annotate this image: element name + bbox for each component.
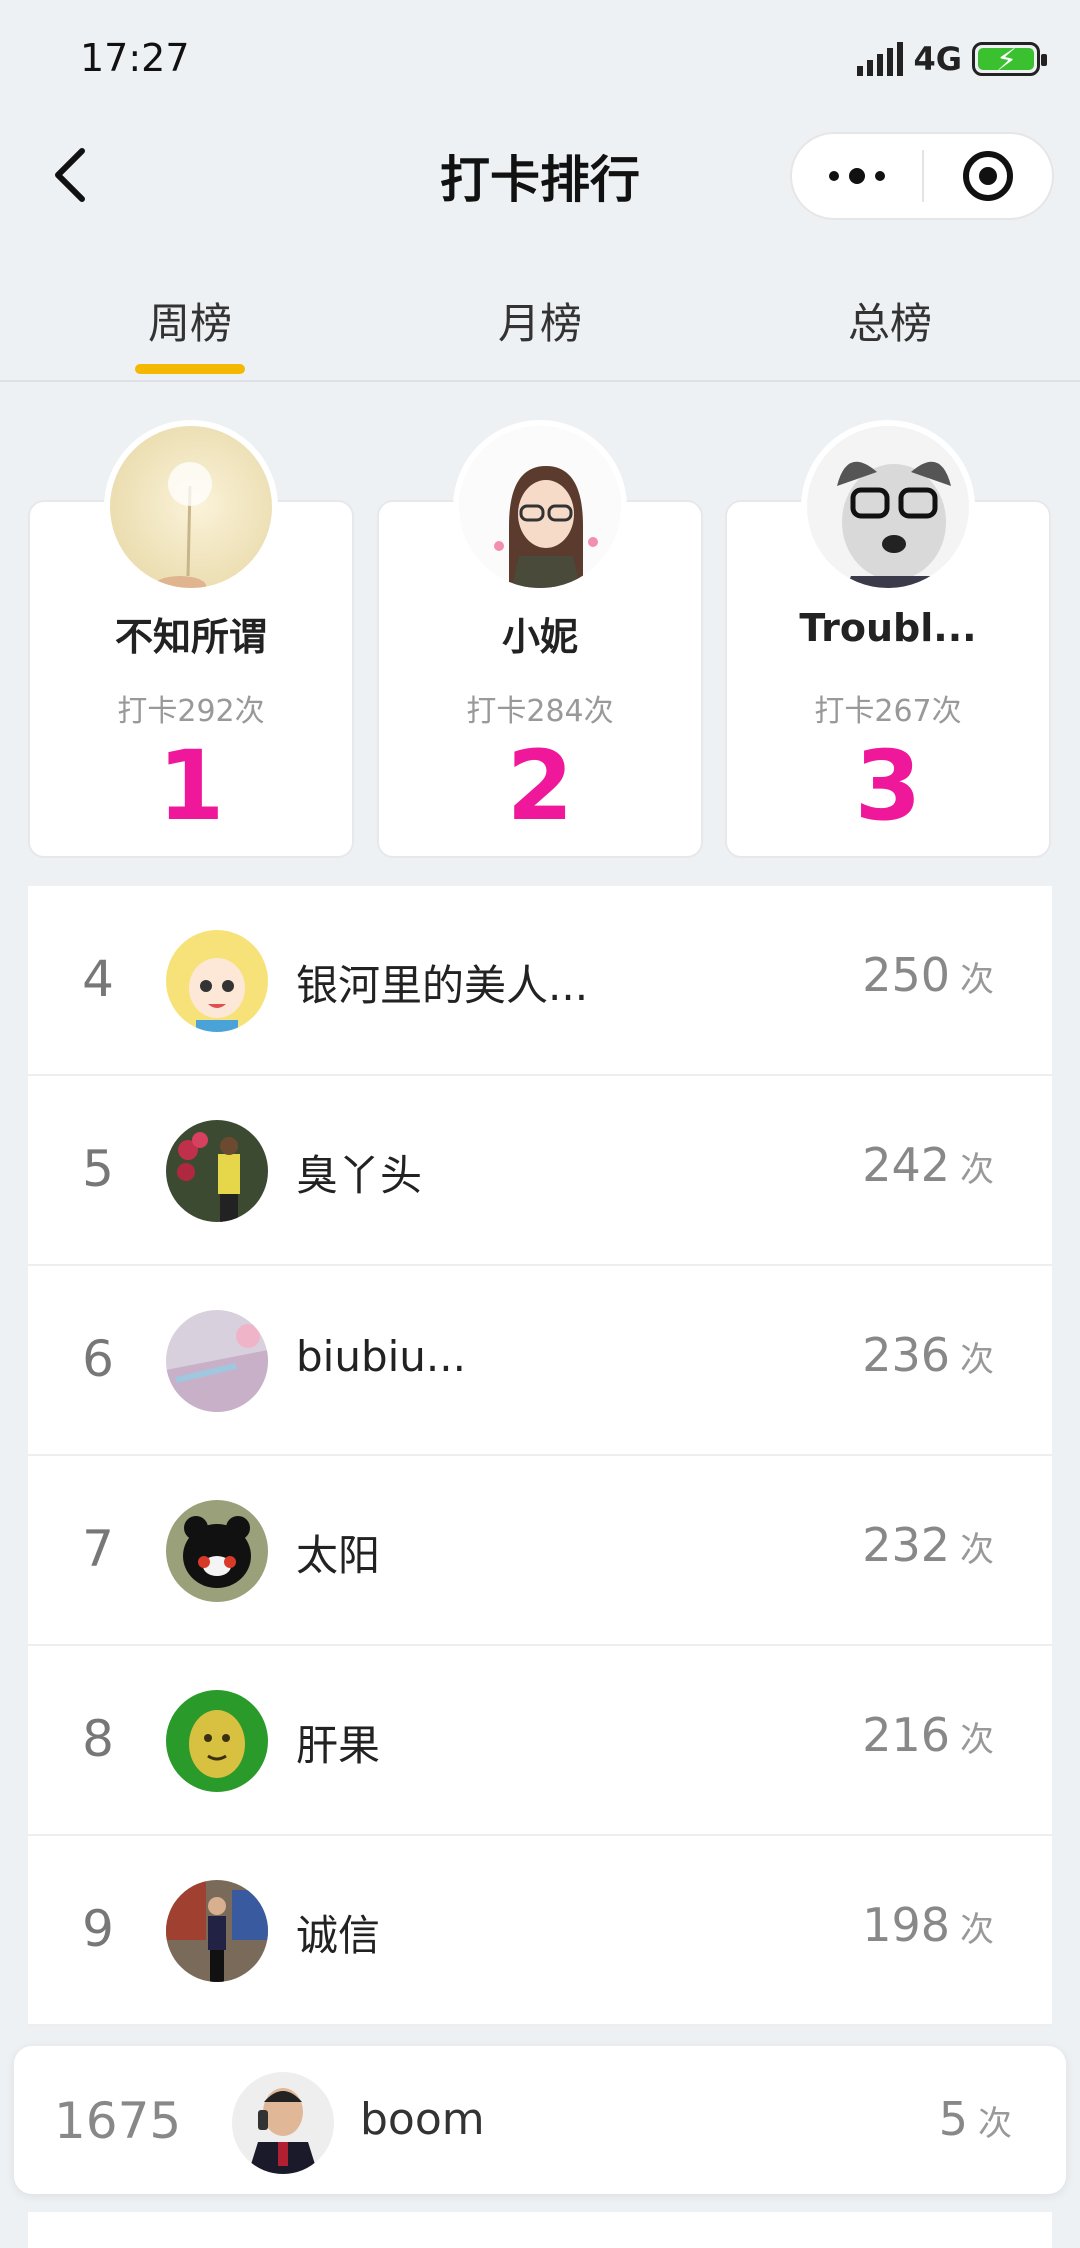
podium-count-2: 打卡284次 xyxy=(466,694,614,729)
row-name: 臭丫头 xyxy=(296,1151,423,1200)
row-name: 诚信 xyxy=(296,1911,381,1960)
row-rank: 8 xyxy=(82,1710,114,1768)
ranking-row[interactable]: 8 肝果 216 次 xyxy=(28,1646,1052,1836)
signal-icon xyxy=(857,42,904,76)
pastel-photo-avatar xyxy=(166,1310,268,1412)
tab-monthly[interactable]: 月榜 xyxy=(498,290,582,351)
ranking-list: 4 银河里的美人... 250 次 5 臭丫头 242 次 6 biubiu..… xyxy=(28,886,1052,2026)
fruit-face-avatar xyxy=(166,1690,268,1792)
row-rank: 4 xyxy=(82,950,114,1008)
dog-glasses-avatar xyxy=(801,420,975,594)
status-indicators: 4G ⚡ xyxy=(857,40,1047,78)
row-count: 216 次 xyxy=(862,1708,994,1762)
man-phone-avatar xyxy=(232,2072,334,2174)
close-target-icon[interactable] xyxy=(924,134,1052,218)
row-count: 250 次 xyxy=(862,948,994,1002)
row-count: 242 次 xyxy=(862,1138,994,1192)
my-name: boom xyxy=(360,2094,485,2145)
miniprogram-capsule xyxy=(790,132,1054,220)
row-count: 198 次 xyxy=(862,1898,994,1952)
row-rank: 5 xyxy=(82,1140,114,1198)
person-photo-avatar xyxy=(166,1880,268,1982)
ranking-row[interactable]: 9 诚信 198 次 xyxy=(28,1836,1052,2026)
anime-girl-avatar xyxy=(166,930,268,1032)
more-icon[interactable] xyxy=(792,134,922,218)
row-name: 肝果 xyxy=(296,1721,381,1770)
tab-total[interactable]: 总榜 xyxy=(848,290,932,351)
my-rank-row[interactable]: 1675 boom 5 次 xyxy=(14,2046,1066,2194)
flowers-photo-avatar xyxy=(166,1120,268,1222)
ranking-page: 17:27 4G ⚡ 打卡排行 周榜 月榜 总榜 不知所谓 小妮 Troubl.… xyxy=(0,0,1080,2248)
ranking-row[interactable]: 6 biubiu... 236 次 xyxy=(28,1266,1052,1456)
network-label: 4G xyxy=(913,40,962,78)
battery-icon: ⚡ xyxy=(972,42,1047,78)
bear-mascot-avatar xyxy=(166,1500,268,1602)
row-name: 银河里的美人... xyxy=(296,961,589,1010)
row-rank: 6 xyxy=(82,1330,114,1388)
row-rank: 9 xyxy=(82,1900,114,1958)
podium-name-2: 小妮 xyxy=(501,615,578,659)
cartoon-girl-avatar xyxy=(453,420,627,594)
row-rank: 7 xyxy=(82,1520,114,1578)
row-count: 232 次 xyxy=(862,1518,994,1572)
ranking-row[interactable]: 5 臭丫头 242 次 xyxy=(28,1076,1052,1266)
podium-rank-3: 3 xyxy=(854,730,922,842)
my-count: 5 次 xyxy=(938,2092,1012,2146)
my-rank: 1675 xyxy=(54,2092,182,2150)
tab-weekly[interactable]: 周榜 xyxy=(134,290,245,374)
status-bar: 17:27 4G ⚡ xyxy=(0,0,1080,120)
podium-count-3: 打卡267次 xyxy=(814,694,962,729)
podium-count-1: 打卡292次 xyxy=(117,694,265,729)
podium-name-1: 不知所谓 xyxy=(114,615,267,659)
nav-bar: 打卡排行 xyxy=(0,120,1080,230)
active-tab-indicator xyxy=(134,364,245,374)
podium-rank-2: 2 xyxy=(506,730,574,842)
row-name: biubiu... xyxy=(296,1332,466,1381)
row-count: 236 次 xyxy=(862,1328,994,1382)
ranking-row[interactable]: 7 太阳 232 次 xyxy=(28,1456,1052,1646)
ranking-tabs: 周榜 月榜 总榜 xyxy=(0,262,1080,382)
dandelion-avatar xyxy=(104,420,278,594)
podium-name-3: Troubl... xyxy=(799,606,977,650)
podium-rank-1: 1 xyxy=(157,730,225,842)
row-name: 太阳 xyxy=(296,1531,381,1580)
status-time: 17:27 xyxy=(80,36,190,80)
list-continuation xyxy=(28,2212,1052,2248)
ranking-row[interactable]: 4 银河里的美人... 250 次 xyxy=(28,886,1052,1076)
